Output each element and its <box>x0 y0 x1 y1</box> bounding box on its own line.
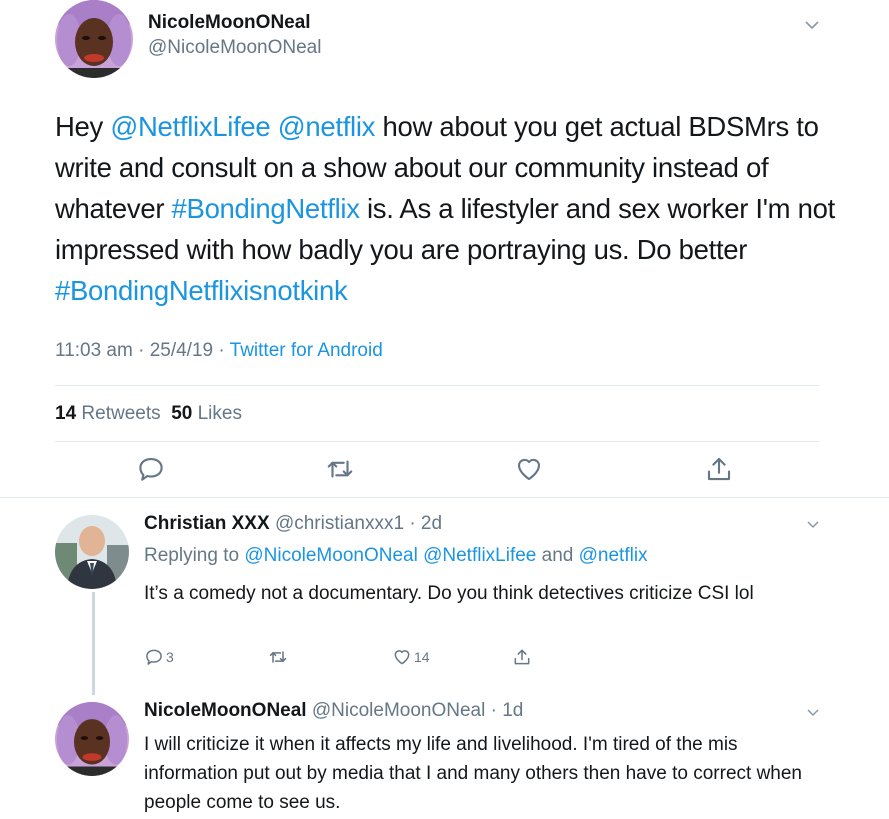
likes-count[interactable]: 50 <box>171 403 192 424</box>
reply-icon <box>146 649 162 665</box>
like-count: 14 <box>414 649 430 665</box>
replying-and: and <box>536 545 579 566</box>
reply-count: 3 <box>166 649 174 665</box>
share-button[interactable] <box>512 647 534 667</box>
reply-button[interactable]: 3 <box>144 647 174 667</box>
tweet-text-segment <box>270 111 277 142</box>
mention-link[interactable]: @NetflixLifee <box>110 111 270 142</box>
share-icon[interactable] <box>704 454 734 484</box>
mention-link[interactable]: @NicoleMoonONeal <box>244 545 417 566</box>
chevron-down-icon[interactable] <box>805 516 821 532</box>
reply-text: It’s a comedy not a documentary. Do you … <box>144 583 754 604</box>
reply-handle-time[interactable]: @christianxxx1 · 2d <box>275 513 442 534</box>
reply-author-avatar[interactable] <box>55 702 129 776</box>
reply-header: Christian XXX @christianxxx1 · 2d <box>144 513 442 535</box>
tweet-source[interactable]: Twitter for Android <box>230 340 383 361</box>
likes-label[interactable]: Likes <box>198 403 242 424</box>
reply-text: I will criticize it when it affects my l… <box>144 734 802 813</box>
like-button[interactable]: 14 <box>392 647 430 667</box>
tweet-meta: 11:03 am · 25/4/19 · Twitter for Android <box>55 340 383 362</box>
tweet-time: 11:03 am · 25/4/19 · <box>55 340 230 361</box>
retweets-label[interactable]: Retweets <box>81 403 160 424</box>
reply-author-name[interactable]: Christian XXX <box>144 513 270 534</box>
author-name[interactable]: NicoleMoonONeal <box>148 12 311 34</box>
mention-link[interactable]: @netflix <box>579 545 648 566</box>
author-avatar[interactable] <box>55 0 133 78</box>
reply-author-name[interactable]: NicoleMoonONeal <box>144 700 307 721</box>
retweet-icon <box>269 651 287 663</box>
reply-handle-time[interactable]: @NicoleMoonONeal · 1d <box>312 700 524 721</box>
hashtag-link[interactable]: #BondingNetflixisnotkink <box>55 275 348 306</box>
replying-to: Replying to @NicoleMoonONeal @NetflixLif… <box>144 545 648 567</box>
retweet-icon[interactable] <box>325 454 355 484</box>
chevron-down-icon[interactable] <box>805 704 821 720</box>
divider <box>0 497 889 498</box>
author-handle[interactable]: @NicoleMoonONeal <box>148 37 321 59</box>
divider <box>55 385 819 386</box>
mention-link[interactable]: @netflix <box>278 111 376 142</box>
reply-header: NicoleMoonONeal @NicoleMoonONeal · 1d <box>144 700 523 722</box>
like-icon <box>394 650 410 665</box>
like-icon[interactable] <box>514 454 544 484</box>
divider <box>55 441 819 442</box>
tweet-stats: 14 Retweets 50 Likes <box>55 403 242 425</box>
chevron-down-icon[interactable] <box>803 16 821 34</box>
thread-line <box>92 592 95 695</box>
hashtag-link[interactable]: #BondingNetflix <box>172 193 360 224</box>
reply-icon[interactable] <box>136 454 166 484</box>
tweet-text-segment: Hey <box>55 111 111 142</box>
tweet-text: Hey @NetflixLifee @netflix how about you… <box>55 106 835 311</box>
reply-author-avatar[interactable] <box>55 515 129 589</box>
retweets-count[interactable]: 14 <box>55 403 76 424</box>
replying-to-prefix: Replying to <box>144 545 245 566</box>
retweet-button[interactable] <box>268 647 290 667</box>
share-icon <box>514 649 530 665</box>
mention-link[interactable]: @NetflixLifee <box>423 545 536 566</box>
